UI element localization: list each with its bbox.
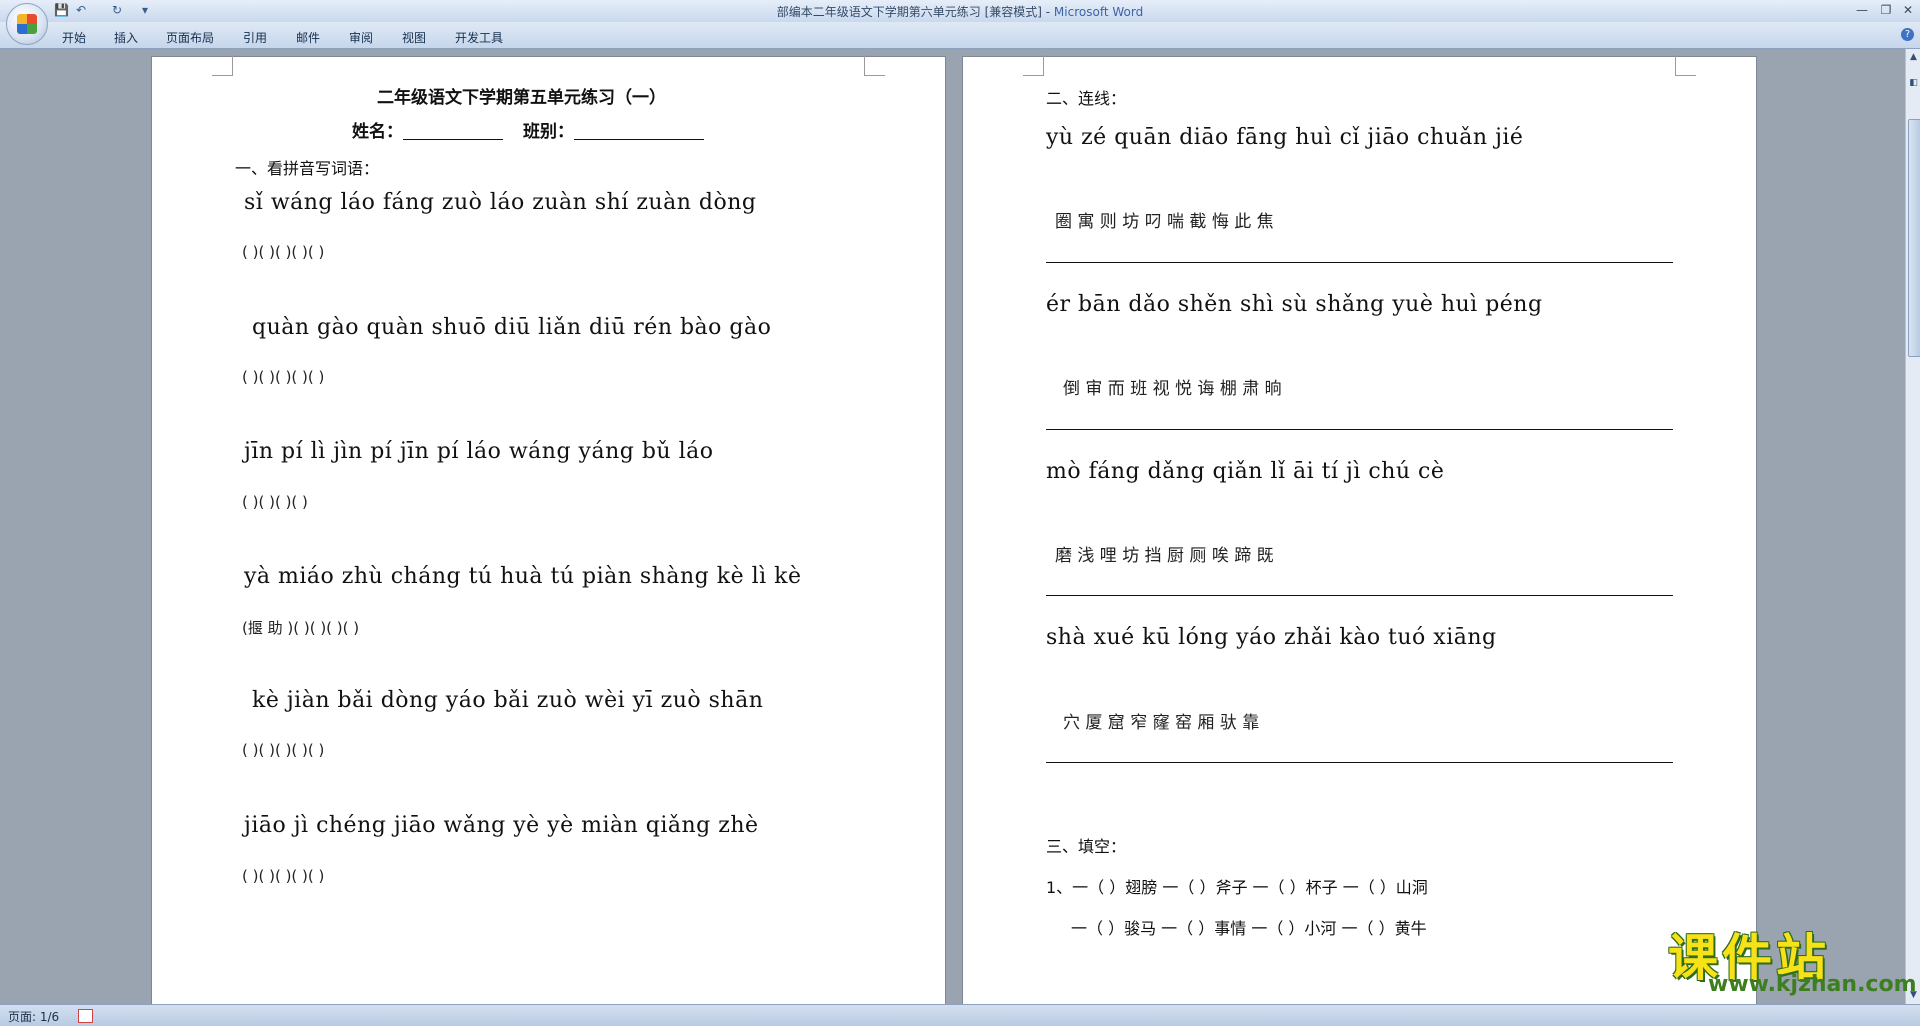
pinyin-row: sǐ wáng láo fáng zuò láo zuàn shí zuàn d… bbox=[244, 190, 757, 215]
proofing-icon[interactable] bbox=[78, 1009, 93, 1023]
page-2[interactable]: 二、连线： yù zé quān diāo fāng huì cǐ jiāo c… bbox=[963, 55, 1756, 1004]
tab-mailings[interactable]: 邮件 bbox=[296, 29, 320, 46]
scroll-up-icon[interactable]: ▲ bbox=[1908, 51, 1919, 63]
tab-insert[interactable]: 插入 bbox=[114, 29, 138, 46]
tab-developer[interactable]: 开发工具 bbox=[455, 29, 503, 46]
watermark-url: www.kjzhan.com bbox=[1708, 972, 1917, 997]
office-logo-icon bbox=[17, 14, 37, 34]
tab-home[interactable]: 开始 bbox=[62, 29, 86, 46]
help-icon[interactable]: ? bbox=[1901, 28, 1914, 41]
ribbon-tabs: 开始 插入 页面布局 引用 邮件 审阅 视图 开发工具 ? bbox=[0, 22, 1920, 49]
fill-blank-row[interactable]: 1、一（ ）翅膀 一（ ）斧子 一（ ）杯子 一（ ）山洞 bbox=[1046, 874, 1428, 898]
tab-page-layout[interactable]: 页面布局 bbox=[166, 29, 214, 46]
vertical-scrollbar[interactable]: ▲ ◧ ▼ bbox=[1905, 49, 1920, 1004]
tab-review[interactable]: 审阅 bbox=[349, 29, 373, 46]
pinyin-row: ér bān dǎo shěn shì sù shǎng yuè huì pén… bbox=[1046, 292, 1543, 317]
tab-references[interactable]: 引用 bbox=[243, 29, 267, 46]
page-1[interactable]: 二年级语文下学期第五单元练习（一） 姓名： 班别： 一、看拼音写词语： sǐ wá… bbox=[152, 55, 945, 1004]
answer-blank-row[interactable]: (揠 助 )( )( )( )( ) bbox=[242, 617, 359, 638]
answer-blank-row[interactable]: ( )( )( )( )( ) bbox=[242, 243, 324, 261]
margin-corner bbox=[1023, 55, 1044, 76]
answer-blank-row[interactable]: ( )( )( )( )( ) bbox=[242, 368, 324, 386]
class-blank[interactable] bbox=[574, 123, 704, 140]
pinyin-row: jiāo jì chéng jiāo wǎng yè yè miàn qiǎng… bbox=[244, 813, 759, 838]
name-blank[interactable] bbox=[403, 123, 503, 140]
margin-corner bbox=[212, 55, 233, 76]
hanzi-row: 倒 审 而 班 视 悦 诲 棚 肃 晌 bbox=[1063, 379, 1282, 399]
close-button[interactable]: ✕ bbox=[1896, 2, 1920, 18]
office-button[interactable] bbox=[6, 3, 48, 45]
answer-blank-row[interactable]: ( )( )( )( ) bbox=[242, 493, 308, 511]
fill-blank-row[interactable]: 一（ ）骏马 一（ ）事情 一（ ）小河 一（ ）黄牛 bbox=[1071, 915, 1427, 939]
name-label: 姓名： bbox=[352, 122, 403, 142]
divider-line bbox=[1046, 762, 1673, 763]
page-count[interactable]: 页面: 1/6 bbox=[8, 1008, 59, 1025]
margin-corner bbox=[1675, 55, 1696, 76]
tab-view[interactable]: 视图 bbox=[402, 29, 426, 46]
app-name: Microsoft Word bbox=[1053, 5, 1144, 19]
scroll-thumb[interactable] bbox=[1908, 119, 1920, 357]
ruler-toggle-icon[interactable]: ◧ bbox=[1908, 77, 1919, 89]
class-label: 班别： bbox=[523, 122, 574, 142]
pinyin-row: yù zé quān diāo fāng huì cǐ jiāo chuǎn j… bbox=[1046, 125, 1524, 150]
worksheet-title: 二年级语文下学期第五单元练习（一） bbox=[377, 88, 666, 108]
answer-blank-row[interactable]: ( )( )( )( )( ) bbox=[242, 741, 324, 759]
section-3-heading: 三、填空： bbox=[1046, 837, 1127, 856]
pinyin-row: quàn gào quàn shuō diū liǎn diū rén bào … bbox=[252, 315, 772, 340]
section-2-heading: 二、连线： bbox=[1046, 89, 1127, 108]
divider-line bbox=[1046, 262, 1673, 263]
pinyin-row: jīn pí lì jìn pí jīn pí láo wáng yáng bǔ… bbox=[244, 439, 714, 464]
divider-line bbox=[1046, 429, 1673, 430]
section-1-heading: 一、看拼音写词语： bbox=[235, 159, 380, 178]
document-area[interactable]: 二年级语文下学期第五单元练习（一） 姓名： 班别： 一、看拼音写词语： sǐ wá… bbox=[0, 49, 1905, 1004]
minimize-button[interactable]: — bbox=[1850, 2, 1874, 18]
restore-button[interactable]: ❐ bbox=[1874, 2, 1898, 18]
status-bar: 页面: 1/6 bbox=[0, 1004, 1920, 1026]
title-bar: 💾 ↶ ↻ ▾ 部编本二年级语文下学期第六单元练习 [兼容模式] - Micro… bbox=[0, 0, 1920, 22]
hanzi-row: 圈 寓 则 坊 叼 喘 截 悔 此 焦 bbox=[1055, 212, 1274, 232]
divider-line bbox=[1046, 595, 1673, 596]
pinyin-row: mò fáng dǎng qiǎn lǐ āi tí jì chú cè bbox=[1046, 459, 1445, 484]
hanzi-row: 磨 浅 哩 坊 挡 厨 厕 唉 蹄 既 bbox=[1055, 546, 1274, 566]
window-title: 部编本二年级语文下学期第六单元练习 [兼容模式] - Microsoft Wor… bbox=[0, 3, 1920, 20]
answer-blank-row[interactable]: ( )( )( )( )( ) bbox=[242, 867, 324, 885]
pinyin-row: shà xué kū lóng yáo zhǎi kào tuó xiāng bbox=[1046, 625, 1497, 650]
document-title: 部编本二年级语文下学期第六单元练习 [兼容模式] - bbox=[776, 5, 1054, 19]
hanzi-row: 穴 厦 窟 窄 窿 窑 厢 驮 靠 bbox=[1063, 713, 1260, 733]
pinyin-row: kè jiàn bǎi dòng yáo bǎi zuò wèi yī zuò … bbox=[252, 688, 764, 713]
pinyin-row: yà miáo zhù cháng tú huà tú piàn shàng k… bbox=[244, 564, 802, 589]
margin-corner bbox=[864, 55, 885, 76]
